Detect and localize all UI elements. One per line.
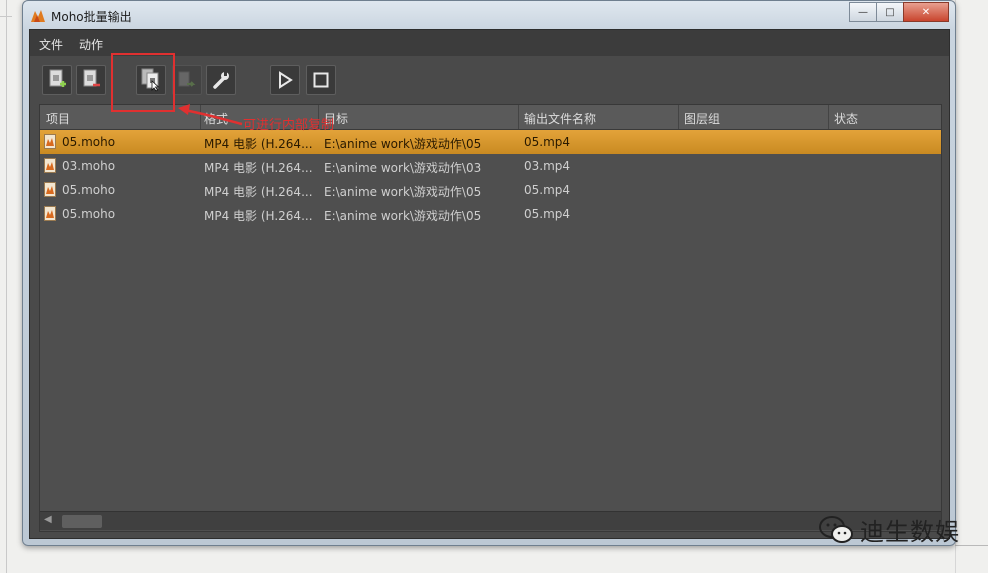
menu-file[interactable]: 文件 (39, 36, 63, 53)
moho-file-icon (44, 206, 56, 221)
table-row[interactable]: 05.moho MP4 电影 (H.264... E:\anime work\游… (40, 202, 941, 226)
close-button[interactable]: ✕ (903, 2, 949, 22)
cell-format: MP4 电影 (H.264... (204, 137, 313, 151)
column-layer-group[interactable]: 图层组 (684, 110, 720, 127)
table-row[interactable]: 03.moho MP4 电影 (H.264... E:\anime work\游… (40, 154, 941, 178)
remove-file-button[interactable] (76, 65, 106, 95)
background-line (6, 0, 7, 573)
scrollbar-thumb[interactable] (62, 515, 102, 528)
add-file-button[interactable] (42, 65, 72, 95)
cell-target: E:\anime work\游戏动作\03 (324, 161, 482, 175)
caption-buttons: — □ ✕ (849, 2, 949, 22)
render-queue-table: 项目 格式 目标 输出文件名称 图层组 状态 05.moho MP4 电影 (H… (39, 104, 942, 532)
cell-target: E:\anime work\游戏动作\05 (324, 185, 482, 199)
wechat-icon (819, 515, 853, 543)
stop-icon (313, 72, 329, 88)
background-line (0, 16, 12, 17)
cell-output: 05.mp4 (524, 183, 571, 197)
highlight-box (111, 53, 175, 112)
maximize-button[interactable]: □ (876, 2, 904, 22)
play-button[interactable] (270, 65, 300, 95)
stop-button[interactable] (306, 65, 336, 95)
moho-file-icon (44, 182, 56, 197)
column-project[interactable]: 项目 (46, 110, 70, 127)
moho-file-icon (44, 134, 56, 149)
cell-output: 05.mp4 (524, 207, 571, 221)
cell-format: MP4 电影 (H.264... (204, 185, 313, 199)
menu-action[interactable]: 动作 (79, 36, 103, 53)
watermark: 迪生数娱 (818, 512, 960, 547)
cell-project: 05.moho (62, 135, 116, 149)
table-row[interactable]: 05.moho MP4 电影 (H.264... E:\anime work\游… (40, 178, 941, 202)
watermark-text: 迪生数娱 (860, 518, 960, 546)
table-row[interactable]: 05.moho MP4 电影 (H.264... E:\anime work\游… (40, 130, 941, 154)
moho-file-icon (44, 158, 56, 173)
cell-target: E:\anime work\游戏动作\05 (324, 209, 482, 223)
moho-app-icon (31, 10, 45, 22)
minimize-button[interactable]: — (849, 2, 877, 22)
convert-button[interactable] (172, 65, 202, 95)
column-output-filename[interactable]: 输出文件名称 (524, 110, 596, 127)
window-title: Moho批量输出 (51, 10, 132, 24)
title-bar[interactable]: Moho批量输出 — □ ✕ (23, 1, 955, 29)
annotation-text: 可进行内部复制 (243, 118, 335, 133)
annotation-arrow-icon (178, 104, 243, 126)
cell-output: 03.mp4 (524, 159, 571, 173)
play-icon (279, 71, 293, 89)
column-status[interactable]: 状态 (834, 110, 858, 127)
scroll-left-icon[interactable]: ◀ (44, 514, 52, 525)
settings-button[interactable] (206, 65, 236, 95)
cell-project: 05.moho (62, 207, 116, 221)
cell-output: 05.mp4 (524, 135, 571, 149)
wrench-icon (213, 72, 229, 89)
convert-icon (178, 71, 196, 87)
remove-file-icon (83, 69, 100, 87)
cell-project: 05.moho (62, 183, 116, 197)
cell-format: MP4 电影 (H.264... (204, 209, 313, 223)
add-file-icon (49, 69, 66, 87)
cell-format: MP4 电影 (H.264... (204, 161, 313, 175)
cell-target: E:\anime work\游戏动作\05 (324, 137, 482, 151)
horizontal-scrollbar[interactable]: ◀ (40, 511, 941, 530)
cell-project: 03.moho (62, 159, 116, 173)
